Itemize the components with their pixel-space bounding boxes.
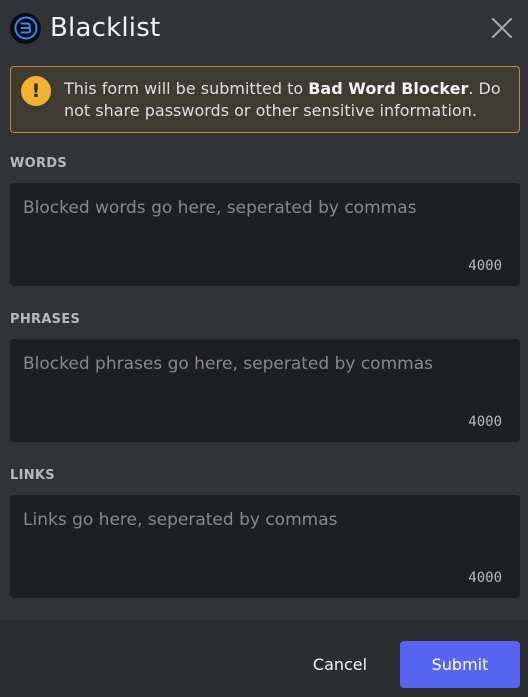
phrases-label: PHRASES xyxy=(10,312,81,327)
warning-icon: ! xyxy=(21,75,51,106)
cancel-button[interactable]: Cancel xyxy=(300,641,380,687)
blacklist-modal: Blacklist ! This form will be submitted … xyxy=(0,0,528,697)
links-field[interactable]: 4000 xyxy=(10,495,520,598)
close-icon[interactable] xyxy=(490,16,514,40)
words-input[interactable] xyxy=(10,183,520,286)
links-input[interactable] xyxy=(10,495,520,598)
modal-footer: Cancel Submit xyxy=(0,620,528,697)
words-char-counter: 4000 xyxy=(468,258,502,274)
phrases-field[interactable]: 4000 xyxy=(10,339,520,442)
links-char-counter: 4000 xyxy=(468,570,502,586)
words-field[interactable]: 4000 xyxy=(10,183,520,286)
warning-app-name: Bad Word Blocker xyxy=(308,78,469,98)
warning-banner: ! This form will be submitted to Bad Wor… xyxy=(10,66,520,133)
words-label: WORDS xyxy=(10,156,68,171)
app-logo-icon xyxy=(10,12,41,44)
warning-text: This form will be submitted to Bad Word … xyxy=(64,78,509,122)
links-label: LINKS xyxy=(10,468,55,483)
modal-title: Blacklist xyxy=(50,13,161,43)
phrases-char-counter: 4000 xyxy=(468,414,502,430)
phrases-input[interactable] xyxy=(10,339,520,442)
warning-prefix: This form will be submitted to xyxy=(64,78,309,98)
modal-header: Blacklist xyxy=(10,10,518,46)
submit-button[interactable]: Submit xyxy=(400,641,520,688)
